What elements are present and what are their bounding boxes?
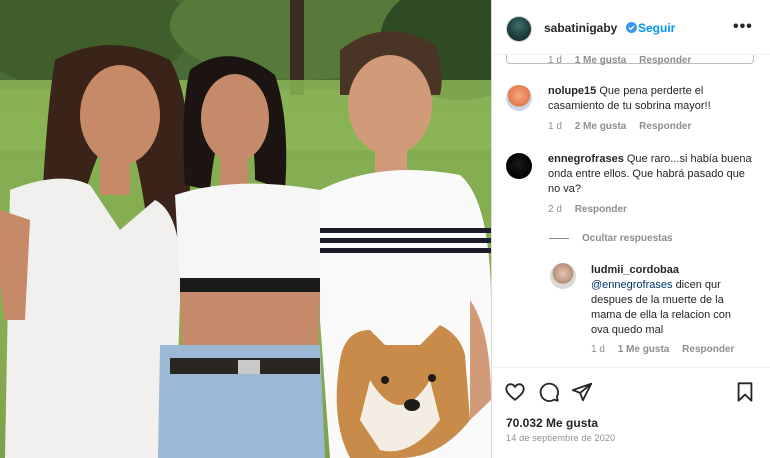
- post-actions: 70.032 Me gusta 14 de septiembre de 2020: [492, 367, 770, 458]
- more-options-icon[interactable]: •••: [733, 18, 753, 36]
- reply-username[interactable]: ludmii_cordobaa: [591, 264, 679, 276]
- comment-time: 1 d: [548, 121, 562, 132]
- post-photo[interactable]: [0, 0, 491, 458]
- comment-meta: 1 d 2 Me gusta Responder: [548, 121, 701, 132]
- author-avatar[interactable]: [506, 16, 532, 42]
- reply-button[interactable]: Responder: [639, 121, 691, 132]
- hide-replies-line: [549, 238, 569, 239]
- post-date: 14 de septiembre de 2020: [506, 433, 616, 443]
- comment-username[interactable]: ennegrofrases: [548, 153, 624, 165]
- reply-button[interactable]: Responder: [639, 55, 691, 66]
- post-header: sabatinigaby Seguir •••: [492, 0, 770, 55]
- comment-body: ennegrofrases Que raro...si había buena …: [548, 152, 753, 197]
- comment-body: nolupe15 Que pena perderte el casamiento…: [548, 84, 748, 114]
- bookmark-icon[interactable]: [734, 381, 756, 403]
- heart-icon[interactable]: [504, 381, 526, 403]
- likes-count[interactable]: 70.032 Me gusta: [506, 416, 598, 430]
- truncated-comment-meta: 1 d 1 Me gusta Responder: [548, 55, 701, 66]
- comments-list[interactable]: 1 d 1 Me gusta Responder nolupe15 Que pe…: [492, 55, 770, 367]
- comment-time: 2 d: [548, 204, 562, 215]
- comment-likes[interactable]: 2 Me gusta: [575, 121, 627, 132]
- avatar[interactable]: [506, 153, 532, 179]
- follow-button[interactable]: Seguir: [638, 21, 675, 35]
- reply-button[interactable]: Responder: [682, 344, 734, 355]
- author-username[interactable]: sabatinigaby: [544, 21, 617, 35]
- photo-illustration: [0, 0, 491, 458]
- reply-time: 1 d: [591, 344, 605, 355]
- verified-badge-icon: [626, 22, 637, 33]
- avatar[interactable]: [506, 85, 532, 111]
- comment-meta: 2 d Responder: [548, 204, 637, 215]
- post-sidebar: sabatinigaby Seguir ••• 1 d 1 Me gusta R…: [491, 0, 770, 458]
- avatar[interactable]: [550, 263, 576, 289]
- paper-plane-icon[interactable]: [571, 381, 593, 403]
- mention-link[interactable]: @ennegrofrases: [591, 279, 673, 291]
- reply-body: ludmii_cordobaa @ennegrofrases dicen qur…: [591, 263, 741, 338]
- hide-replies-button[interactable]: Ocultar respuestas: [582, 233, 673, 244]
- reply-likes[interactable]: 1 Me gusta: [618, 344, 670, 355]
- reply-meta: 1 d 1 Me gusta Responder: [591, 344, 744, 355]
- comment-icon[interactable]: [538, 381, 560, 403]
- comment-likes[interactable]: 1 Me gusta: [575, 55, 627, 66]
- reply-button[interactable]: Responder: [575, 204, 627, 215]
- comment-time: 1 d: [548, 55, 562, 66]
- comment-username[interactable]: nolupe15: [548, 85, 596, 97]
